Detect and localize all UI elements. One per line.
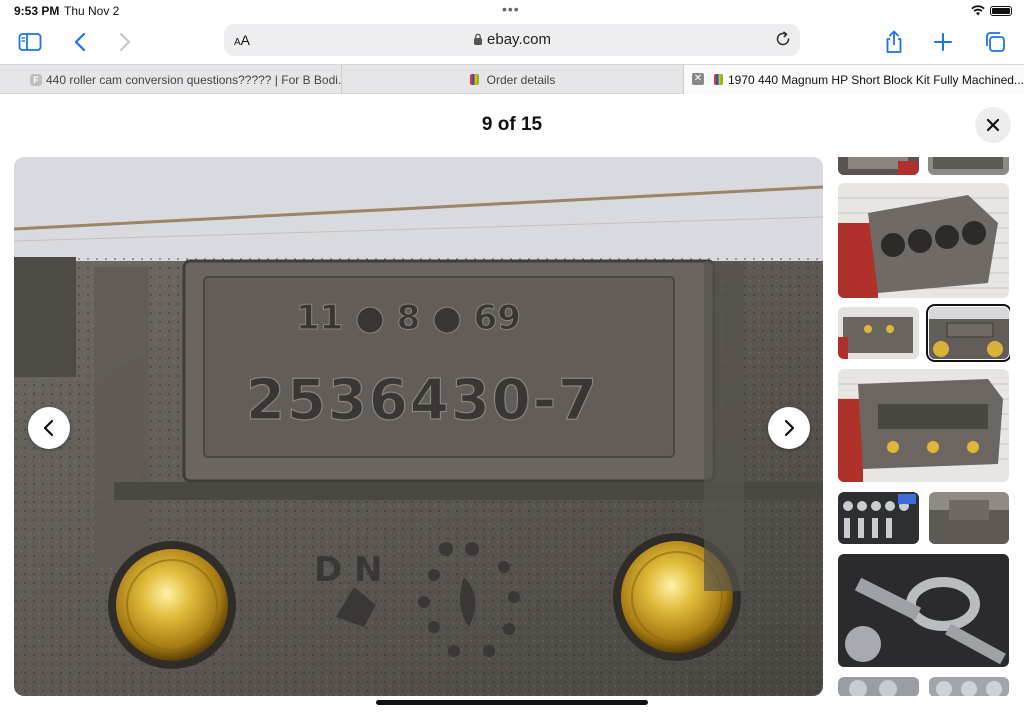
chevron-right-icon — [784, 419, 795, 437]
tab-active-listing[interactable]: ✕ 1970 440 Magnum HP Short Block Kit Ful… — [684, 65, 1024, 94]
thumbnail[interactable] — [838, 554, 1009, 667]
tab-label: Order details — [486, 72, 556, 87]
thumbnail[interactable] — [838, 369, 1009, 482]
close-viewer-button[interactable] — [975, 107, 1011, 143]
ebay-favicon-icon — [714, 74, 723, 85]
thumbnail[interactable] — [838, 492, 919, 544]
status-bar: 9:53 PM Thu Nov 2 ••• — [0, 0, 1024, 22]
main-product-image[interactable]: 11 ● 8 ● 69 2536430-7 D N — [14, 157, 823, 696]
new-tab-icon[interactable] — [929, 28, 957, 56]
thumbnail[interactable] — [838, 157, 919, 175]
engraving-letters: D N — [314, 550, 383, 590]
url-domain: ebay.com — [487, 31, 551, 48]
thumbnail[interactable] — [929, 677, 1009, 696]
multitasking-dots-icon[interactable]: ••• — [502, 1, 520, 17]
status-date: Thu Nov 2 — [64, 4, 120, 18]
thumbnail[interactable] — [928, 157, 1009, 175]
tab-label: 1970 440 Magnum HP Short Block Kit Fully… — [728, 72, 1024, 87]
chevron-left-icon — [43, 419, 54, 437]
previous-image-button[interactable] — [28, 407, 70, 449]
address-bar[interactable]: AA ebay.com — [224, 24, 800, 56]
forward-icon[interactable] — [111, 28, 139, 56]
image-viewer-header: 9 of 15 — [0, 95, 1024, 155]
forum-favicon-icon: F — [30, 74, 42, 86]
thumbnail[interactable] — [929, 492, 1009, 544]
thumbnail-selected[interactable] — [926, 304, 1010, 362]
close-icon — [986, 118, 1000, 132]
sidebar-icon[interactable] — [16, 28, 44, 56]
back-icon[interactable] — [66, 28, 94, 56]
tab-bar: F 440 roller cam conversion questions???… — [0, 64, 1024, 94]
home-indicator[interactable] — [376, 700, 648, 705]
battery-icon — [990, 6, 1012, 16]
browser-toolbar: AA ebay.com — [0, 22, 1024, 62]
next-image-button[interactable] — [768, 407, 810, 449]
status-time: 9:53 PM — [14, 4, 60, 18]
tab-order-details[interactable]: Order details — [342, 65, 684, 94]
thumbnail[interactable] — [838, 307, 919, 359]
lock-icon — [473, 32, 483, 49]
tab-forum[interactable]: F 440 roller cam conversion questions???… — [0, 65, 342, 94]
tab-label: 440 roller cam conversion questions?????… — [46, 72, 342, 87]
share-icon[interactable] — [880, 28, 908, 56]
wifi-icon — [971, 5, 985, 19]
engraving-casting-number: 2536430-7 — [246, 368, 599, 433]
tab-overview-icon[interactable] — [981, 28, 1009, 56]
image-counter: 9 of 15 — [481, 114, 543, 135]
reload-icon[interactable] — [774, 30, 792, 53]
engraving-date-code: 11 ● 8 ● 69 — [296, 298, 521, 338]
ebay-favicon-icon — [469, 74, 479, 85]
close-tab-icon[interactable]: ✕ — [692, 73, 704, 85]
thumbnail[interactable] — [838, 677, 919, 696]
thumbnail-strip — [838, 157, 1010, 696]
thumbnail[interactable] — [838, 183, 1009, 298]
